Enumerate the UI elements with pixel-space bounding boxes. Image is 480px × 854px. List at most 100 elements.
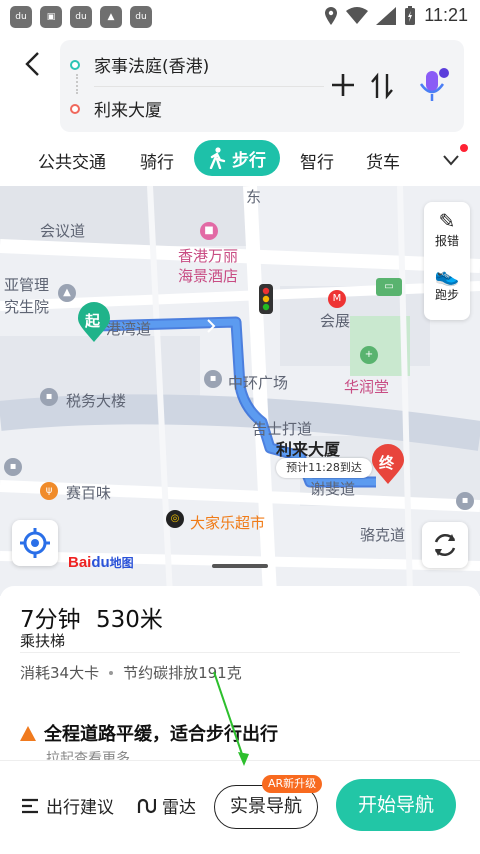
start-navigation-button[interactable]: 开始导航 — [336, 779, 456, 831]
end-pin-label: 终 — [379, 454, 395, 472]
start-dot-icon — [70, 59, 80, 70]
wifi-icon — [346, 6, 369, 24]
route-stats: 消耗34大卡 节约碳排放191克 — [20, 662, 242, 683]
notification-dot — [460, 144, 468, 152]
start-point-label: 家事法庭(香港) — [94, 57, 210, 77]
hotel-poi-icon: ■ — [200, 222, 218, 240]
flat-road-text: 全程道路平缓，适合步行出行 — [44, 724, 278, 745]
building-poi-icon: ▪ — [456, 492, 474, 510]
map-tools: ✎ 报错 👟 跑步 — [424, 202, 470, 320]
logo-ditu: 地图 — [109, 556, 134, 570]
distance-text: 530米 — [95, 607, 163, 633]
hotel-name: 香港万丽 海景酒店 — [178, 247, 239, 285]
refresh-icon — [434, 533, 456, 557]
building-poi-icon: ▪ — [4, 458, 22, 476]
map-label: 华润堂 — [344, 378, 390, 396]
calories-text: 消耗34大卡 — [20, 664, 100, 682]
radar-label: 雷达 — [162, 798, 196, 818]
plus-icon — [332, 74, 354, 96]
map-label: 税务大楼 — [66, 392, 127, 410]
clock: 11:21 — [424, 5, 468, 25]
end-point-field[interactable]: 利来大厦 — [70, 96, 162, 121]
travel-advice-label: 出行建议 — [46, 798, 114, 818]
end-point-label: 利来大厦 — [94, 101, 162, 121]
edit-icon: ✎ — [438, 209, 456, 233]
map-view[interactable]: 东 会议道 ■ 香港万丽 海景酒店 亚管理 究生院 ▲ 港湾道 M 会展 ▭ +… — [0, 186, 480, 596]
map-label-destination: 利来大厦 — [276, 440, 341, 459]
tab-walking-label: 步行 — [232, 150, 266, 171]
route-duration-distance: 7分钟 530米 — [20, 600, 163, 634]
bottom-action-bar: 出行建议 雷达 实景导航 AR新升级 开始导航 — [0, 760, 480, 854]
tab-cycling[interactable]: 骑行 — [140, 148, 174, 173]
map-label: 谢斐道 — [310, 480, 356, 498]
route-input-panel: 家事法庭(香港) 利来大厦 — [60, 40, 464, 132]
route-connector — [76, 74, 78, 94]
eta-tag: 预计11:28到达 — [276, 458, 372, 478]
map-label: 亚管理 — [4, 276, 50, 294]
tab-public-transit[interactable]: 公共交通 — [38, 148, 106, 173]
school-poi-icon: ▲ — [58, 284, 76, 302]
running-label: 跑步 — [434, 288, 459, 302]
map-label: 骆克道 — [360, 526, 406, 544]
bullet-separator — [109, 670, 114, 675]
swap-icon — [371, 72, 393, 100]
report-error-button[interactable]: ✎ 报错 — [424, 210, 470, 249]
bus-stop-icon: ▭ — [376, 278, 402, 296]
du-icon: du — [10, 6, 32, 28]
microphone-icon — [419, 68, 449, 101]
voice-button[interactable] — [416, 68, 450, 104]
battery-icon — [405, 5, 416, 25]
start-pin-label: 起 — [85, 312, 101, 330]
report-error-label: 报错 — [434, 234, 459, 248]
locate-icon — [20, 528, 50, 558]
map-label: 会议道 — [40, 222, 86, 240]
system-icons: 11:21 — [324, 5, 468, 26]
carbon-text: 节约碳排放191克 — [123, 664, 242, 682]
map-label: 东 — [246, 188, 262, 206]
map-label: 赛百味 — [66, 484, 112, 502]
locate-button[interactable] — [12, 520, 58, 566]
building-poi-icon: ▪ — [204, 370, 222, 388]
map-label: 会展 — [320, 312, 351, 330]
running-button[interactable]: 👟 跑步 — [424, 264, 470, 303]
map-label: 大家乐超市 — [190, 514, 266, 532]
notification-icons: du ▣ du ▲ du — [10, 6, 152, 28]
refresh-route-button[interactable] — [422, 522, 468, 568]
travel-advice-button[interactable]: 出行建议 — [20, 793, 114, 818]
map-label: 港湾道 — [106, 320, 152, 338]
logo-bai: Bai — [68, 554, 92, 571]
radar-icon — [137, 798, 156, 813]
traffic-light-icon — [259, 284, 273, 314]
back-arrow-icon[interactable] — [20, 50, 48, 78]
pharmacy-poi-icon: + — [360, 346, 378, 364]
supermarket-poi-icon: ◎ — [166, 510, 184, 528]
walking-person-icon — [209, 147, 226, 169]
du-icon: du — [130, 6, 152, 28]
restaurant-poi-icon: ψ — [40, 482, 58, 500]
swap-route-button[interactable] — [370, 72, 394, 105]
building-poi-icon: ▪ — [40, 388, 58, 406]
tab-truck[interactable]: 货车 — [366, 148, 400, 173]
radar-button[interactable]: 雷达 — [136, 793, 196, 818]
shoe-icon: 👟 — [434, 263, 460, 287]
end-dot-icon — [70, 103, 80, 114]
status-bar: du ▣ du ▲ du 11:21 — [0, 0, 480, 34]
escalator-note: 乘扶梯 — [20, 632, 66, 650]
divider — [20, 652, 460, 653]
map-label: 中环广场 — [228, 374, 289, 392]
logo-du: du — [91, 554, 110, 571]
drag-handle[interactable] — [212, 564, 268, 568]
location-icon — [325, 6, 338, 25]
flat-road-note: 全程道路平缓，适合步行出行 — [20, 720, 278, 746]
map-label: 究生院 — [4, 298, 50, 316]
baidu-map-logo: Baidu地图 — [68, 554, 134, 571]
tab-smart[interactable]: 智行 — [300, 148, 334, 173]
map-label: 香港万丽 海景酒店 — [178, 246, 238, 286]
tab-walking[interactable]: 步行 — [194, 140, 280, 176]
chevron-down-icon[interactable] — [442, 154, 460, 166]
add-waypoint-button[interactable] — [330, 72, 356, 103]
signal-icon — [376, 6, 397, 25]
metro-station-icon: M — [328, 290, 346, 308]
start-point-field[interactable]: 家事法庭(香港) — [70, 52, 209, 77]
list-icon — [22, 798, 38, 813]
